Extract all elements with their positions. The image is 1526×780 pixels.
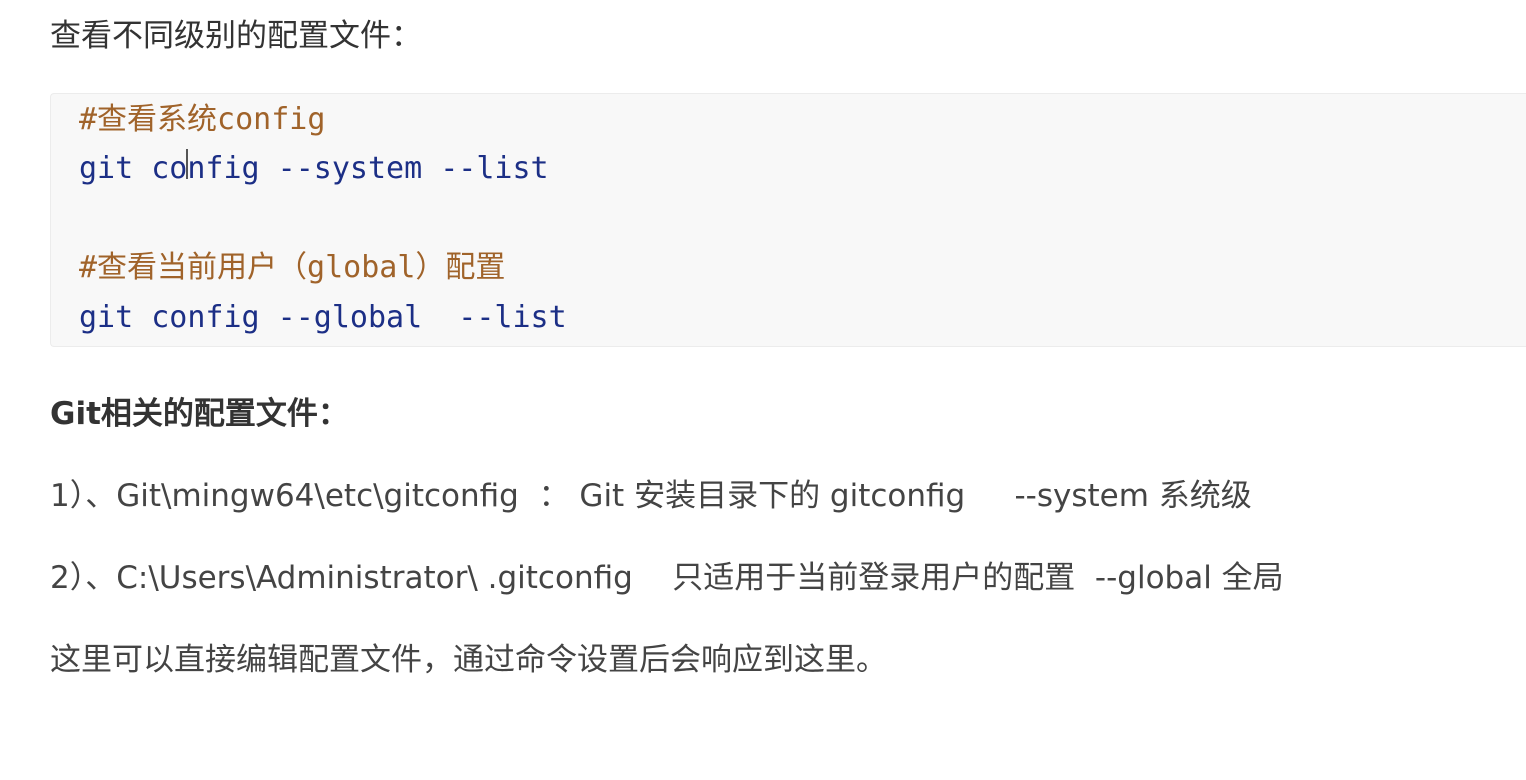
code-block: #查看系统config git config --system --list #… xyxy=(50,93,1526,347)
code-command-global: git config --global --list xyxy=(79,300,567,335)
text-cursor-icon xyxy=(186,148,189,179)
list-item-system-config: 1）、Git\mingw64\etc\gitconfig ： Git 安装目录下… xyxy=(50,478,1252,514)
code-command-system-part2: nfig --system --list xyxy=(187,151,549,186)
code-command-system: git config --system --list xyxy=(79,148,549,189)
code-command-system-part1: git co xyxy=(79,151,188,186)
intro-text: 查看不同级别的配置文件： xyxy=(50,18,422,54)
code-comment-system: #查看系统config xyxy=(79,102,326,137)
code-comment-global: #查看当前用户（global）配置 xyxy=(79,250,506,285)
section-heading: Git相关的配置文件： xyxy=(50,396,349,432)
document-page: 查看不同级别的配置文件： #查看系统config git config --sy… xyxy=(0,0,1526,780)
list-item-global-config: 2）、C:\Users\Administrator\ .gitconfig 只适… xyxy=(50,560,1284,596)
closing-text: 这里可以直接编辑配置文件，通过命令设置后会响应到这里。 xyxy=(50,642,887,678)
